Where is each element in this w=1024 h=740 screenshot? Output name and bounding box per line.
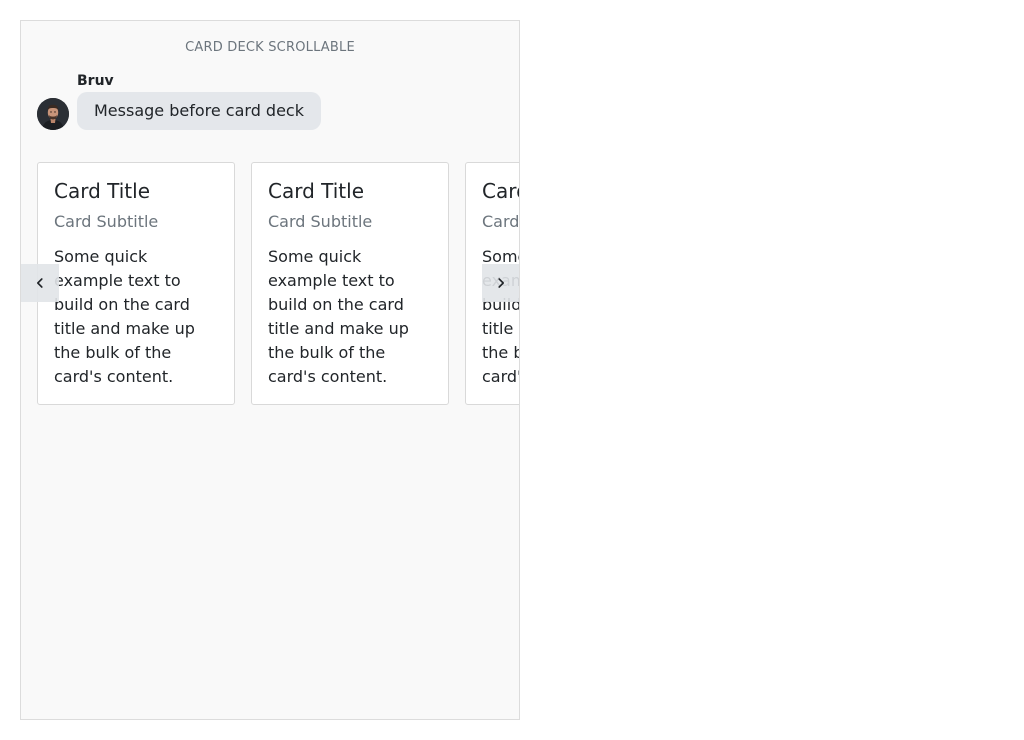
card-title: Card Title (482, 179, 519, 203)
avatar[interactable] (37, 98, 69, 130)
card-subtitle: Card Subtitle (482, 212, 519, 231)
card-text: Some quick example text to build on the … (54, 247, 195, 386)
card[interactable]: Card Title Card Subtitle Some quick exam… (251, 162, 449, 405)
card[interactable]: Card Title Card Subtitle Some quick exam… (37, 162, 235, 405)
card-title: Card Title (54, 179, 151, 203)
card-title: Card Title (268, 179, 365, 203)
chevron-left-icon (37, 278, 43, 288)
message-bubble: Message before card deck (77, 92, 321, 130)
user-avatar-icon (37, 98, 69, 130)
card-deck[interactable]: Card Title Card Subtitle Some quick exam… (21, 162, 519, 408)
deck-next-button[interactable] (482, 264, 519, 302)
card-subtitle: Card Subtitle (54, 212, 159, 231)
chat-window: CARD DECK SCROLLABLE Bruv Message before… (20, 20, 520, 720)
deck-prev-button[interactable] (21, 264, 59, 302)
chat-header-title: CARD DECK SCROLLABLE (185, 40, 355, 55)
card-text: Some quick example text to build on the … (268, 247, 409, 386)
card-deck-track: Card Title Card Subtitle Some quick exam… (37, 162, 519, 405)
sender-name: Bruv (77, 73, 114, 89)
chevron-right-icon (498, 278, 504, 288)
card-subtitle: Card Subtitle (268, 212, 373, 231)
